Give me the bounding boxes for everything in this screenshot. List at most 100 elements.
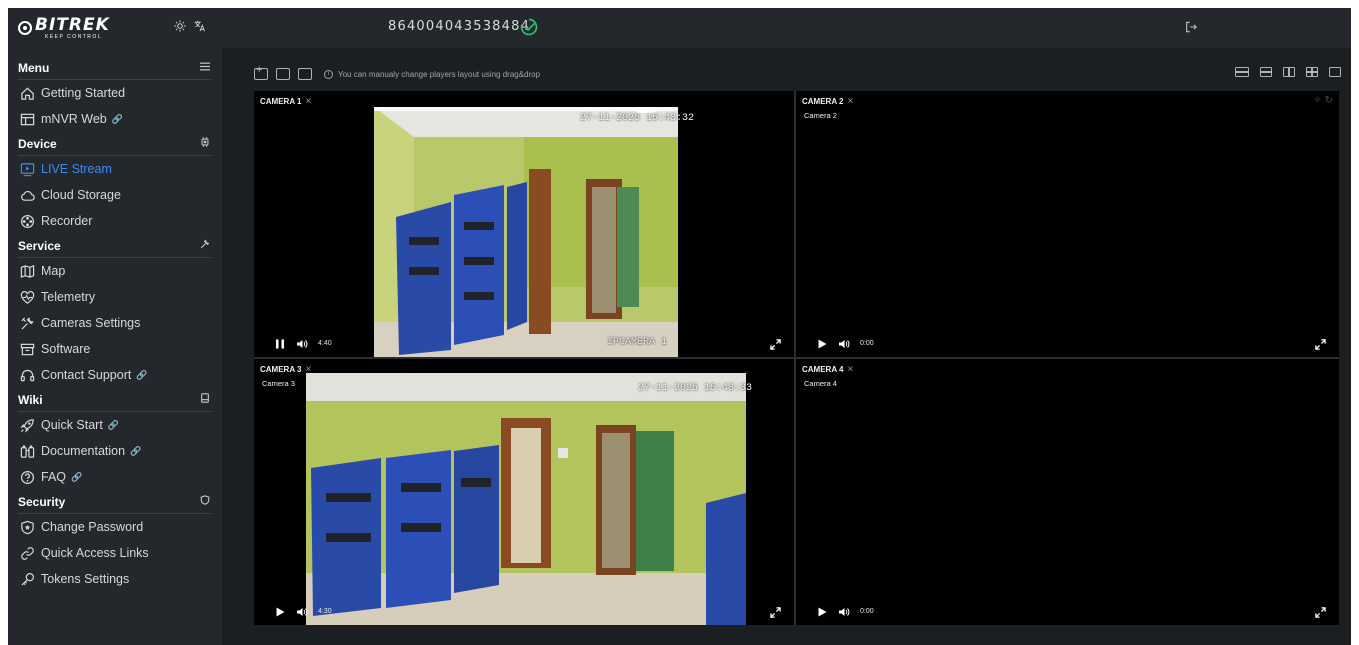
headset-icon	[19, 367, 35, 383]
volume-icon[interactable]	[838, 605, 850, 617]
fullscreen-icon[interactable]	[1315, 605, 1327, 618]
play-icon[interactable]	[274, 605, 286, 617]
sidebar-item-cameras-settings[interactable]: Cameras Settings	[8, 310, 222, 336]
play-icon[interactable]	[816, 605, 828, 617]
device-id[interactable]: 864004043538484	[388, 19, 530, 34]
camera-subtitle: Camera 3	[262, 379, 295, 388]
sidebar-item-quick-access-links[interactable]: Quick Access Links	[8, 540, 222, 566]
camera-player-4[interactable]: CAMERA 4 × Camera 4 0:00	[796, 359, 1339, 625]
playback-time: 4:40	[318, 339, 332, 347]
close-icon[interactable]: ×	[305, 96, 311, 107]
sidebar-item-live-stream[interactable]: LIVE Stream	[8, 156, 222, 182]
layout-single-icon[interactable]	[1329, 67, 1341, 77]
logo-mark-icon	[18, 21, 32, 35]
link-icon	[19, 545, 35, 561]
layout-rows-icon[interactable]	[1260, 67, 1272, 77]
top-bar: 864004043538484	[222, 8, 1351, 48]
fullscreen-icon[interactable]	[770, 337, 782, 350]
close-icon[interactable]: ×	[305, 364, 311, 375]
external-link-icon: 🔗	[111, 113, 123, 124]
logo-name: BITREK	[35, 14, 110, 35]
key-icon	[19, 571, 35, 587]
volume-icon[interactable]	[296, 337, 308, 349]
info-icon: i	[324, 69, 333, 79]
sidebar-item-faq[interactable]: FAQ 🔗	[8, 464, 222, 490]
shield-star-icon	[19, 519, 35, 535]
sidebar-item-getting-started[interactable]: Getting Started	[8, 80, 222, 106]
section-service: Service	[18, 234, 212, 258]
camera-title: CAMERA 1	[260, 97, 302, 106]
cloud-icon	[19, 187, 35, 203]
layout-grid-icon[interactable]	[1306, 67, 1318, 77]
sidebar-item-map[interactable]: Map	[8, 258, 222, 284]
section-menu: Menu	[18, 56, 212, 80]
logout-icon[interactable]	[1185, 20, 1199, 34]
fullscreen-icon[interactable]	[1315, 337, 1327, 350]
rocket-icon	[19, 417, 35, 433]
camera-subtitle: Camera 4	[804, 379, 837, 388]
playback-controls: 4:30	[274, 605, 332, 617]
sun-icon[interactable]	[173, 20, 187, 34]
camera-title: CAMERA 4	[802, 365, 844, 374]
screenshot-icon[interactable]	[276, 68, 290, 80]
live-stream-view: i You can manualy change players layout …	[222, 48, 1351, 645]
windows-icon[interactable]	[298, 68, 312, 80]
online-check-icon	[519, 17, 539, 37]
brand-bar: BITREK KEEP CONTROL	[8, 8, 222, 48]
fullscreen-icon[interactable]	[770, 605, 782, 618]
layout-columns-icon[interactable]	[1283, 67, 1295, 77]
layout-wide-icon[interactable]	[1235, 67, 1249, 77]
question-icon	[19, 469, 35, 485]
tools-icon	[19, 315, 35, 331]
volume-icon[interactable]	[838, 337, 850, 349]
bitrek-logo[interactable]: BITREK KEEP CONTROL	[18, 14, 110, 40]
osd-camera-name: IPCAMERA 1	[607, 337, 668, 348]
archive-icon	[19, 341, 35, 357]
sidebar-item-documentation[interactable]: Documentation 🔗	[8, 438, 222, 464]
section-security: Security	[18, 490, 212, 514]
sidebar-item-cloud-storage[interactable]: Cloud Storage	[8, 182, 222, 208]
video-frame	[374, 107, 678, 357]
camera-player-2[interactable]: CAMERA 2 × Camera 2 ✧ ↻ 0:00	[796, 91, 1339, 357]
shield-icon	[198, 495, 212, 508]
sidebar-item-mnvr-web[interactable]: mNVR Web 🔗	[8, 106, 222, 132]
hamburger-icon	[198, 62, 212, 74]
section-wiki: Wiki	[18, 388, 212, 412]
external-link-icon: 🔗	[107, 419, 120, 430]
player-grid: CAMERA 1 × 27-11-2025 15:43:32 IPCAMERA …	[254, 91, 1339, 625]
sidebar-item-change-password[interactable]: Change Password	[8, 514, 222, 540]
playback-controls: 0:00	[816, 605, 874, 617]
external-link-icon: 🔗	[136, 369, 148, 380]
close-icon[interactable]: ×	[847, 96, 853, 107]
layout-hint: i You can manualy change players layout …	[324, 69, 540, 79]
sidebar-item-software[interactable]: Software	[8, 336, 222, 362]
reel-icon	[19, 213, 35, 229]
playback-time: 0:00	[860, 339, 874, 347]
osd-timestamp: 27-11-2025 15:43:32	[580, 113, 695, 124]
sidebar-item-telemetry[interactable]: Telemetry	[8, 284, 222, 310]
loading-icon: ✧ ↻	[1313, 95, 1333, 106]
volume-icon[interactable]	[296, 605, 308, 617]
chip-icon	[198, 137, 212, 150]
playback-time: 0:00	[860, 607, 874, 615]
camera-player-3[interactable]: CAMERA 3 × Camera 3 27-11-2025 15:43:33 …	[254, 359, 794, 625]
sidebar-item-contact-support[interactable]: Contact Support 🔗	[8, 362, 222, 388]
close-icon[interactable]: ×	[847, 364, 853, 375]
pause-icon[interactable]	[274, 337, 286, 349]
sidebar-item-quick-start[interactable]: Quick Start 🔗	[8, 412, 222, 438]
external-link-icon: 🔗	[130, 445, 142, 456]
tablet-icon	[198, 393, 212, 406]
sidebar-item-tokens-settings[interactable]: Tokens Settings	[8, 566, 222, 592]
heart-pulse-icon	[19, 289, 35, 305]
layout-switcher	[1235, 67, 1341, 77]
playback-controls: 4:40	[274, 337, 332, 349]
app-window: BITREK KEEP CONTROL Menu Getting Started…	[8, 8, 1351, 645]
camera-title: CAMERA 3	[260, 365, 302, 374]
camera-player-1[interactable]: CAMERA 1 × 27-11-2025 15:43:32 IPCAMERA …	[254, 91, 794, 357]
wrench-icon	[198, 239, 212, 252]
sidebar-item-recorder[interactable]: Recorder	[8, 208, 222, 234]
play-icon[interactable]	[816, 337, 828, 349]
add-player-icon[interactable]	[254, 64, 268, 80]
logo-tagline: KEEP CONTROL	[45, 33, 103, 40]
translate-icon[interactable]	[193, 20, 207, 34]
